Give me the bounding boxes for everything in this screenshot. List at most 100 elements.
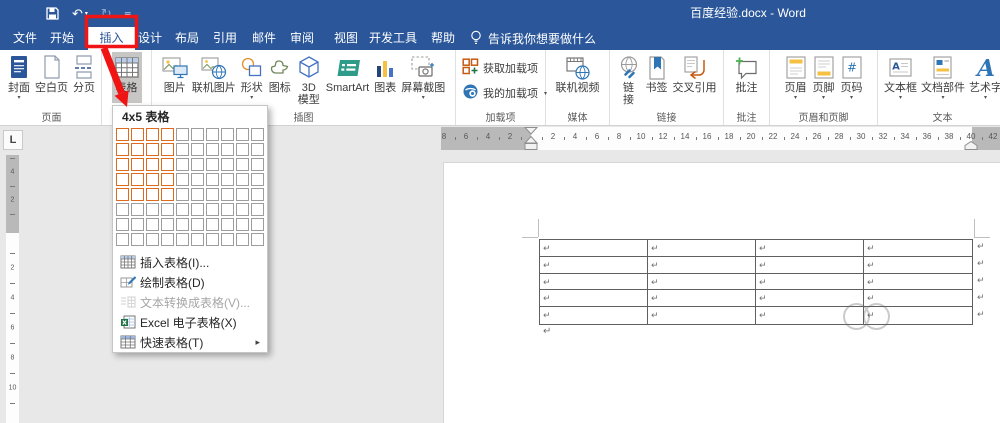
grid-cell-7x3[interactable]: [206, 158, 219, 171]
grid-cell-4x4[interactable]: [161, 173, 174, 186]
grid-cell-8x6[interactable]: [221, 203, 234, 216]
grid-cell-7x6[interactable]: [206, 203, 219, 216]
menu-item-Excel 电子表格X[interactable]: Excel 电子表格(X): [113, 312, 267, 332]
grid-cell-9x6[interactable]: [236, 203, 249, 216]
grid-cell-2x7[interactable]: [131, 218, 144, 231]
grid-cell-4x5[interactable]: [161, 188, 174, 201]
grid-cell-5x1[interactable]: [176, 128, 189, 141]
grid-cell-2x4[interactable]: [131, 173, 144, 186]
blank-page-button[interactable]: 空白页: [33, 52, 70, 95]
grid-cell-6x8[interactable]: [191, 233, 204, 246]
grid-cell-8x1[interactable]: [221, 128, 234, 141]
footer-button[interactable]: 页脚 ▾: [810, 52, 838, 103]
table-cell[interactable]: ↵: [648, 307, 756, 324]
grid-cell-3x1[interactable]: [146, 128, 159, 141]
grid-cell-10x7[interactable]: [251, 218, 264, 231]
smartart-button[interactable]: SmartArt: [324, 52, 371, 95]
table-cell[interactable]: ↵: [648, 290, 756, 308]
table-cell[interactable]: ↵: [864, 257, 972, 274]
grid-cell-4x2[interactable]: [161, 143, 174, 156]
get-add-ins-button[interactable]: 获取加载项: [462, 58, 541, 78]
grid-cell-8x2[interactable]: [221, 143, 234, 156]
quick-parts-button[interactable]: 文档部件 ▾: [919, 52, 967, 103]
tab-插入[interactable]: 插入: [88, 27, 135, 50]
table-cell[interactable]: ↵: [864, 240, 972, 257]
pictures-button[interactable]: 图片: [160, 52, 190, 95]
horizontal-ruler[interactable]: 8 6 4 2 2 4 6 8 10 12 14 16 18 20 22 24 26 28 30 32 34 36 38 40…: [441, 127, 1000, 150]
cross-reference-button[interactable]: 交叉引用: [671, 52, 719, 95]
grid-cell-7x4[interactable]: [206, 173, 219, 186]
grid-cell-2x3[interactable]: [131, 158, 144, 171]
table-cell[interactable]: ↵: [648, 273, 756, 291]
tab-视图[interactable]: 视图: [328, 27, 364, 50]
table-cell[interactable]: ↵: [648, 256, 756, 274]
grid-cell-10x1[interactable]: [251, 128, 264, 141]
grid-cell-10x3[interactable]: [251, 158, 264, 171]
tab-帮助[interactable]: 帮助: [425, 27, 461, 50]
grid-cell-3x6[interactable]: [146, 203, 159, 216]
table-cell[interactable]: ↵: [540, 240, 648, 257]
indent-markers[interactable]: [441, 127, 1000, 150]
grid-cell-3x7[interactable]: [146, 218, 159, 231]
table-cell[interactable]: ↵: [864, 274, 972, 291]
grid-cell-5x7[interactable]: [176, 218, 189, 231]
wordart-button[interactable]: A 艺术字 ▾: [967, 52, 1000, 103]
grid-cell-7x5[interactable]: [206, 188, 219, 201]
undo-icon[interactable]: ↶ ▾: [72, 7, 88, 20]
grid-cell-1x1[interactable]: [116, 128, 129, 141]
grid-cell-1x5[interactable]: [116, 188, 129, 201]
tab-stop-selector[interactable]: L: [3, 130, 23, 150]
table-cell[interactable]: ↵: [864, 290, 972, 308]
table-cell[interactable]: ↵: [756, 273, 864, 291]
grid-cell-5x4[interactable]: [176, 173, 189, 186]
comment-button[interactable]: 批注: [732, 52, 762, 95]
grid-cell-10x2[interactable]: [251, 143, 264, 156]
my-add-ins-button[interactable]: 我的加载项 ▾: [462, 83, 547, 103]
grid-cell-6x2[interactable]: [191, 143, 204, 156]
3d-models-button[interactable]: 3D 模型: [294, 52, 324, 107]
tab-文件[interactable]: 文件: [7, 27, 43, 50]
grid-cell-4x1[interactable]: [161, 128, 174, 141]
grid-cell-7x1[interactable]: [206, 128, 219, 141]
grid-cell-6x3[interactable]: [191, 158, 204, 171]
grid-cell-6x7[interactable]: [191, 218, 204, 231]
grid-cell-9x1[interactable]: [236, 128, 249, 141]
grid-cell-1x4[interactable]: [116, 173, 129, 186]
tab-开发工具[interactable]: 开发工具: [365, 27, 421, 50]
document-page[interactable]: ↵ ↵ ↵ ↵ ↵ ↵ ↵ ↵ ↵ ↵ ↵ ↵ ↵ ↵ ↵ ↵ ↵ ↵ ↵ ↵ ↵ ↵ ↵ ↵ ↵ ↵: [443, 162, 1000, 423]
grid-cell-10x5[interactable]: [251, 188, 264, 201]
grid-cell-8x4[interactable]: [221, 173, 234, 186]
grid-cell-4x7[interactable]: [161, 218, 174, 231]
table-cell[interactable]: ↵: [756, 290, 864, 308]
table-cell[interactable]: ↵: [864, 307, 972, 324]
table-cell[interactable]: ↵: [540, 307, 648, 324]
grid-cell-5x2[interactable]: [176, 143, 189, 156]
online-pictures-button[interactable]: 联机图片: [190, 52, 238, 95]
grid-cell-5x8[interactable]: [176, 233, 189, 246]
redo-icon[interactable]: ↻: [101, 7, 112, 20]
grid-cell-5x3[interactable]: [176, 158, 189, 171]
tab-设计[interactable]: 设计: [132, 27, 168, 50]
online-video-button[interactable]: 联机视频: [554, 52, 602, 95]
table-button[interactable]: 表格 ▾: [111, 52, 142, 103]
grid-cell-1x6[interactable]: [116, 203, 129, 216]
grid-cell-4x6[interactable]: [161, 203, 174, 216]
grid-cell-9x2[interactable]: [236, 143, 249, 156]
screenshot-button[interactable]: 屏幕截图 ▾: [399, 52, 447, 103]
tell-me-box[interactable]: 告诉我你想要做什么: [470, 27, 596, 50]
grid-cell-6x6[interactable]: [191, 203, 204, 216]
icons-button[interactable]: 图标: [266, 52, 294, 95]
shapes-button[interactable]: 形状 ▾: [238, 52, 266, 103]
menu-item-插入表格I[interactable]: 插入表格(I)...: [113, 252, 267, 272]
grid-cell-8x3[interactable]: [221, 158, 234, 171]
grid-cell-8x8[interactable]: [221, 233, 234, 246]
table-cell[interactable]: ↵: [756, 256, 864, 274]
grid-cell-7x2[interactable]: [206, 143, 219, 156]
grid-cell-8x7[interactable]: [221, 218, 234, 231]
grid-cell-10x8[interactable]: [251, 233, 264, 246]
grid-cell-3x4[interactable]: [146, 173, 159, 186]
table-cell[interactable]: ↵: [540, 290, 648, 308]
chart-button[interactable]: 图表: [371, 52, 399, 95]
page-break-button[interactable]: 分页: [70, 52, 98, 95]
grid-cell-8x5[interactable]: [221, 188, 234, 201]
